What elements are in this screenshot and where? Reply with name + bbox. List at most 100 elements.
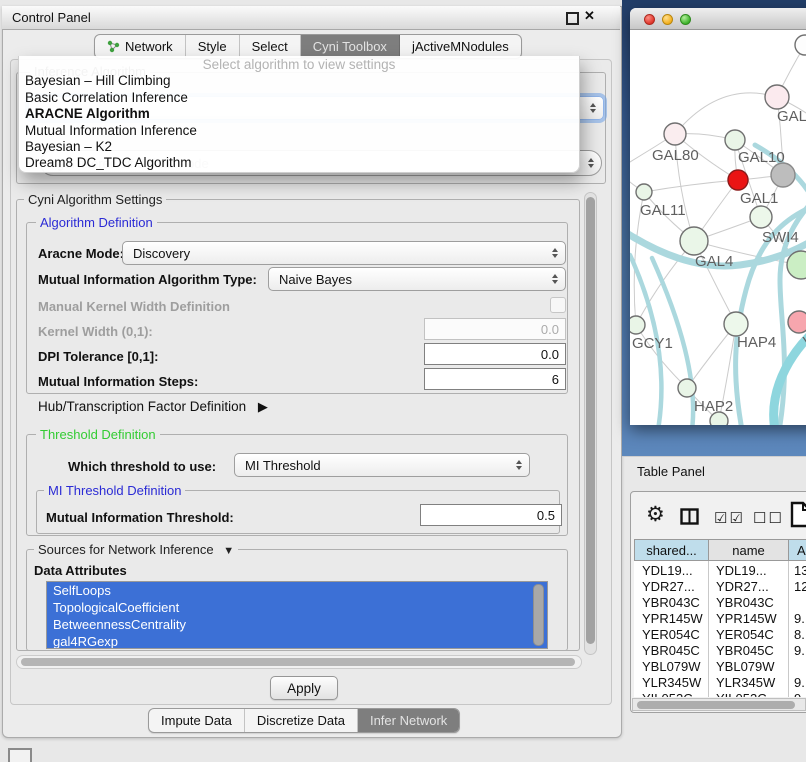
- table-cell[interactable]: YBL079W: [716, 659, 775, 674]
- node-hap4[interactable]: [724, 312, 748, 336]
- node-gal4[interactable]: [680, 227, 708, 255]
- table-horizontal-scrollbar[interactable]: [632, 698, 806, 711]
- popup-item[interactable]: Bayesian – Hill Climbing: [19, 73, 579, 89]
- table-cell[interactable]: YDR27...: [716, 579, 769, 594]
- table-cell[interactable]: YPR145W: [642, 611, 703, 626]
- cyni-algorithm-settings-legend: Cyni Algorithm Settings: [24, 192, 166, 207]
- settings-horizontal-scrollbar-thumb[interactable]: [21, 658, 575, 666]
- table-cell[interactable]: YBL079W: [642, 659, 701, 674]
- table-cell[interactable]: YIL052C: [716, 691, 767, 697]
- table-cell[interactable]: 9.: [794, 643, 805, 658]
- kernel-width-label: Kernel Width (0,1):: [38, 324, 153, 339]
- table-cell[interactable]: YBR043C: [642, 595, 700, 610]
- dpi-tolerance-field[interactable]: 0.0: [424, 343, 566, 365]
- table-cell[interactable]: 9.: [794, 675, 805, 690]
- which-threshold-combo[interactable]: MI Threshold: [234, 453, 530, 477]
- tab-infer-network-label: Infer Network: [370, 713, 447, 728]
- mi-threshold-field[interactable]: 0.5: [420, 504, 562, 526]
- table-cell[interactable]: YER054C: [642, 627, 700, 642]
- table-cell[interactable]: YDR27...: [642, 579, 695, 594]
- node-gal80[interactable]: [664, 123, 686, 145]
- mi-steps-label: Mutual Information Steps:: [38, 374, 198, 389]
- node-gal10[interactable]: [725, 130, 745, 150]
- close-traffic-light[interactable]: [644, 14, 655, 25]
- popup-item[interactable]: Dream8 DC_TDC Algorithm: [19, 155, 579, 171]
- node[interactable]: [795, 35, 806, 55]
- network-canvas[interactable]: GAL GAL80 GAL10 GAL11 GAL1 SWI4 GAL4 GCY…: [630, 30, 806, 425]
- gear-icon[interactable]: ⚙: [646, 503, 665, 527]
- table-horizontal-scrollbar-thumb[interactable]: [637, 701, 795, 709]
- list-item[interactable]: SelfLoops: [47, 582, 547, 599]
- table-cell[interactable]: YBR045C: [716, 643, 774, 658]
- settings-horizontal-scrollbar[interactable]: [16, 655, 582, 669]
- zoom-traffic-light[interactable]: [680, 14, 691, 25]
- list-item[interactable]: TopologicalCoefficient: [47, 599, 547, 616]
- sources-legend-toggle[interactable]: Sources for Network Inference ▼: [34, 542, 238, 557]
- tab-infer-network[interactable]: Infer Network: [358, 709, 459, 732]
- tab-select[interactable]: Select: [240, 35, 301, 58]
- table-cell[interactable]: YLR345W: [642, 675, 701, 690]
- tab-cyni-toolbox[interactable]: Cyni Toolbox: [301, 35, 400, 58]
- popup-item[interactable]: Bayesian – K2: [19, 139, 579, 155]
- settings-vertical-scrollbar[interactable]: [584, 192, 597, 655]
- node-label: GAL80: [652, 147, 699, 164]
- popup-item[interactable]: Mutual Information Inference: [19, 123, 579, 139]
- table-cell[interactable]: YER054C: [716, 627, 774, 642]
- tab-jactivemnodules[interactable]: jActiveMNodules: [400, 35, 521, 58]
- network-window-titlebar[interactable]: [630, 8, 806, 30]
- popup-item[interactable]: Basic Correlation Inference: [19, 90, 579, 106]
- table-cell[interactable]: YIL052C: [642, 691, 693, 697]
- table-cell[interactable]: YLR345W: [716, 675, 775, 690]
- table-cell[interactable]: 8.: [794, 627, 805, 642]
- mi-steps-field[interactable]: 6: [424, 368, 566, 390]
- settings-vertical-scrollbar-thumb[interactable]: [586, 197, 595, 644]
- kernel-width-field[interactable]: 0.0: [424, 318, 566, 340]
- hub-definition-toggle[interactable]: Hub/Transcription Factor Definition ▶: [38, 399, 268, 415]
- attributes-list-scrollbar-thumb[interactable]: [533, 584, 544, 646]
- column-layout-icon[interactable]: [680, 508, 699, 525]
- close-icon[interactable]: ✕: [584, 9, 595, 23]
- tab-network[interactable]: Network: [95, 35, 186, 58]
- table-cell[interactable]: 12: [794, 579, 806, 594]
- table-cell[interactable]: 9.: [794, 611, 805, 626]
- list-item[interactable]: gal4RGexp: [47, 633, 547, 649]
- column-header-partial[interactable]: A: [788, 539, 806, 561]
- mi-algorithm-type-combo[interactable]: Naive Bayes: [268, 267, 566, 291]
- select-all-columns-icon[interactable]: ☑☑: [714, 509, 745, 527]
- column-header-shared-name[interactable]: shared...: [634, 539, 709, 561]
- data-attributes-list: SelfLoops TopologicalCoefficient Between…: [46, 581, 548, 649]
- node-selected-red[interactable]: [728, 170, 748, 190]
- tab-impute-data[interactable]: Impute Data: [149, 709, 245, 732]
- network-graph[interactable]: GAL GAL80 GAL10 GAL11 GAL1 SWI4 GAL4 GCY…: [630, 30, 806, 425]
- table-cell[interactable]: 13: [794, 563, 806, 578]
- table-cell[interactable]: YPR145W: [716, 611, 777, 626]
- new-table-icon[interactable]: [790, 501, 806, 528]
- node-gal[interactable]: [765, 85, 789, 109]
- tab-style[interactable]: Style: [186, 35, 240, 58]
- cyni-bottom-tabbar: Impute Data Discretize Data Infer Networ…: [148, 708, 460, 733]
- table-cell[interactable]: YBR045C: [642, 643, 700, 658]
- manual-kernel-width-checkbox[interactable]: [550, 297, 566, 313]
- tab-discretize-data[interactable]: Discretize Data: [245, 709, 358, 732]
- popup-item-selected[interactable]: ARACNE Algorithm: [19, 106, 579, 122]
- deselect-all-columns-icon[interactable]: ☐☐: [753, 509, 784, 527]
- minimize-traffic-light[interactable]: [662, 14, 673, 25]
- table-cell[interactable]: YDL19...: [642, 563, 693, 578]
- node-pink[interactable]: [788, 311, 806, 333]
- docked-panel-icon[interactable]: [8, 748, 32, 762]
- table-cell[interactable]: YDL19...: [716, 563, 767, 578]
- node-gal11[interactable]: [636, 184, 652, 200]
- float-window-icon[interactable]: [566, 12, 579, 25]
- node-hap2[interactable]: [678, 379, 696, 397]
- node-gray[interactable]: [771, 163, 795, 187]
- apply-button[interactable]: Apply: [270, 676, 338, 700]
- node-gcy1[interactable]: [630, 316, 645, 334]
- table-cell[interactable]: 9.: [794, 691, 805, 697]
- table-cell[interactable]: YBR043C: [716, 595, 774, 610]
- node-gal1[interactable]: [750, 206, 772, 228]
- column-header-name[interactable]: name: [708, 539, 789, 561]
- aracne-mode-label: Aracne Mode:: [38, 246, 124, 261]
- list-item[interactable]: BetweennessCentrality: [47, 616, 547, 633]
- tab-discretize-data-label: Discretize Data: [257, 713, 345, 728]
- aracne-mode-combo[interactable]: Discovery: [122, 241, 566, 265]
